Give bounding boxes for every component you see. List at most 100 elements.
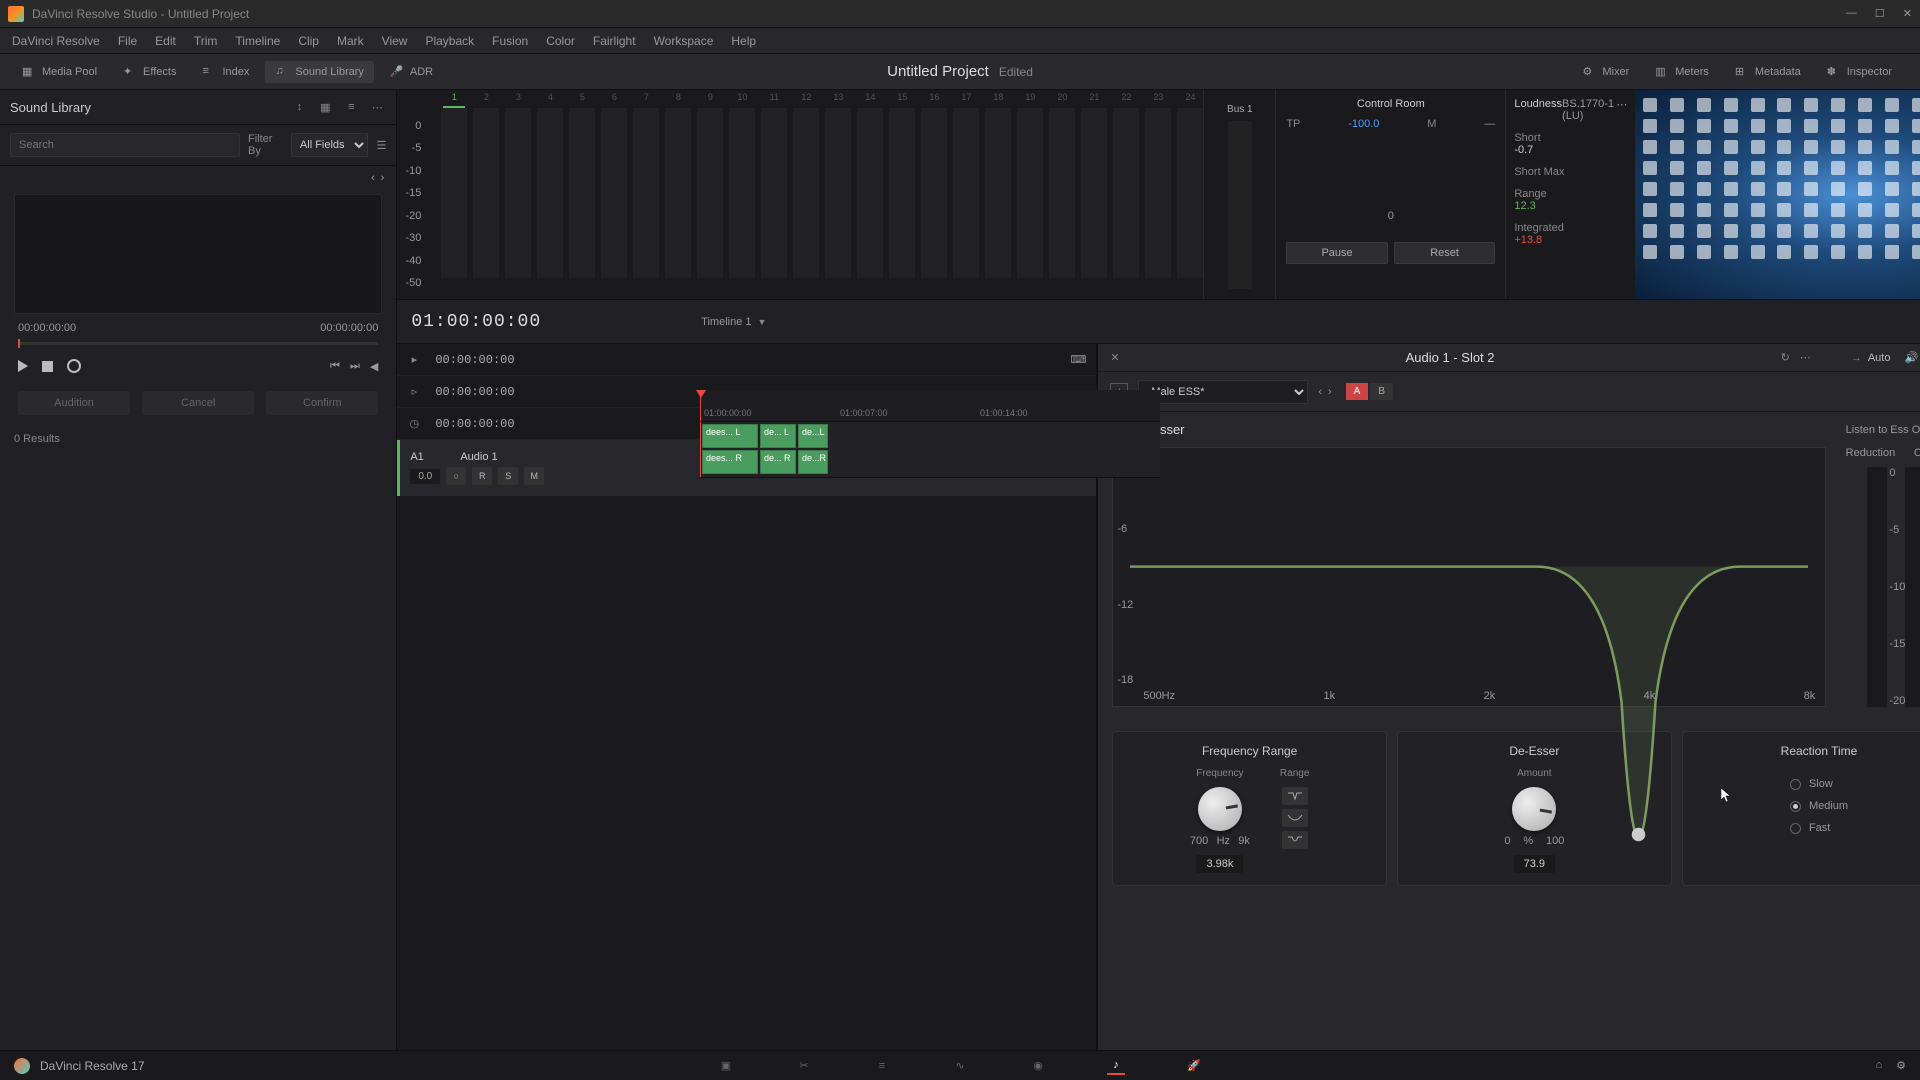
close-icon[interactable]: ✕ xyxy=(1903,7,1912,20)
effects-button[interactable]: ✦Effects xyxy=(113,61,186,83)
preset-select[interactable]: Male ESS* xyxy=(1138,380,1308,404)
reaction-fast[interactable]: Fast xyxy=(1790,822,1830,834)
control-room: Control Room TP-100.0M— 0 Pause Reset xyxy=(1275,90,1505,299)
audio-clip[interactable]: de...L xyxy=(798,424,828,448)
stop-button[interactable] xyxy=(42,361,53,372)
page-color-icon[interactable]: ◉ xyxy=(1029,1057,1047,1075)
home-icon[interactable]: ⌂ xyxy=(1875,1059,1882,1072)
chevron-down-icon: ▼ xyxy=(758,317,767,327)
loop-button[interactable] xyxy=(67,359,81,373)
play-button[interactable] xyxy=(18,360,28,372)
sound-library-button[interactable]: ♫Sound Library xyxy=(265,61,374,83)
plugin-reset-icon[interactable]: ↻ xyxy=(1781,351,1790,364)
reset-button[interactable]: Reset xyxy=(1394,242,1496,264)
adr-button[interactable]: 🎤ADR xyxy=(380,61,443,83)
audition-button[interactable]: Audition xyxy=(18,391,130,415)
menu-file[interactable]: File xyxy=(118,34,137,48)
video-viewer[interactable] xyxy=(1635,90,1920,299)
audio-clip[interactable]: de...R xyxy=(798,450,828,474)
menu-workspace[interactable]: Workspace xyxy=(654,34,714,48)
page-fusion-icon[interactable]: ∿ xyxy=(951,1057,969,1075)
compare-a[interactable]: A xyxy=(1346,383,1369,400)
audio-clip[interactable]: de... L xyxy=(760,424,796,448)
reaction-medium[interactable]: Medium xyxy=(1790,800,1848,812)
next-icon[interactable]: › xyxy=(381,172,385,184)
preset-next-icon[interactable]: › xyxy=(1328,386,1332,398)
menu-playback[interactable]: Playback xyxy=(425,34,474,48)
auto-label[interactable]: Auto xyxy=(1868,352,1891,364)
compare-b[interactable]: B xyxy=(1370,383,1393,400)
close-plugin-icon[interactable]: ✕ xyxy=(1110,351,1119,364)
list-view-icon[interactable]: ≡ xyxy=(342,98,360,116)
prev-icon[interactable]: ‹ xyxy=(371,172,375,184)
mixer-button[interactable]: ⚙Mixer xyxy=(1572,61,1639,83)
media-pool-icon: ▦ xyxy=(22,65,36,79)
bus-meter: Bus 1 xyxy=(1203,90,1275,299)
preview-time-end: 00:00:00:00 xyxy=(320,322,378,334)
amount-knob[interactable] xyxy=(1512,787,1556,831)
cancel-button[interactable]: Cancel xyxy=(142,391,254,415)
reaction-slow[interactable]: Slow xyxy=(1790,778,1833,790)
auto-arrow-icon[interactable]: → xyxy=(1851,352,1862,364)
toolbar: ▦Media Pool ✦Effects ≡Index ♫Sound Libra… xyxy=(0,54,1920,90)
settings-icon[interactable]: ⚙ xyxy=(1896,1059,1906,1072)
index-button[interactable]: ≡Index xyxy=(192,61,259,83)
menu-view[interactable]: View xyxy=(382,34,408,48)
preset-prev-icon[interactable]: ‹ xyxy=(1318,386,1322,398)
timeline-ruler[interactable]: 01:00:00:00 01:00:07:00 01:00:14:00 xyxy=(700,390,1160,422)
app-logo-icon xyxy=(8,6,24,22)
results-count: 0 Results xyxy=(0,423,396,455)
audio-clip[interactable]: de... R xyxy=(760,450,796,474)
media-pool-button[interactable]: ▦Media Pool xyxy=(12,61,107,83)
keyboard-icon[interactable]: ⌨ xyxy=(1070,353,1086,366)
menu-edit[interactable]: Edit xyxy=(155,34,176,48)
menu-fairlight[interactable]: Fairlight xyxy=(593,34,636,48)
filter-select[interactable]: All Fields xyxy=(291,133,369,157)
menu-davinci[interactable]: DaVinci Resolve xyxy=(12,34,100,48)
loudness-more-icon[interactable]: ⋯ xyxy=(1616,98,1627,122)
menu-timeline[interactable]: Timeline xyxy=(235,34,280,48)
inspector-button[interactable]: ✽Inspector xyxy=(1817,61,1902,83)
grid-view-icon[interactable]: ▦ xyxy=(316,98,334,116)
page-edit-icon[interactable]: ≡ xyxy=(873,1057,891,1075)
menu-color[interactable]: Color xyxy=(546,34,575,48)
page-deliver-icon[interactable]: 🚀 xyxy=(1185,1057,1203,1075)
plugin-more-icon[interactable]: ⋯ xyxy=(1800,351,1811,364)
prev-clip-icon[interactable]: ◀ xyxy=(370,360,378,373)
timeline-track-a1[interactable]: dees... Lde... Lde...L dees... Rde... Rde… xyxy=(700,422,1160,478)
page-cut-icon[interactable]: ✂ xyxy=(795,1057,813,1075)
skip-back-icon[interactable]: ⏮ xyxy=(330,360,340,373)
resolve-logo-icon xyxy=(14,1058,30,1074)
metadata-button[interactable]: ⊞Metadata xyxy=(1725,61,1811,83)
frequency-knob[interactable] xyxy=(1198,787,1242,831)
sort-icon[interactable]: ↕ xyxy=(290,98,308,116)
mouse-cursor-icon xyxy=(1721,788,1733,804)
transport-icon[interactable]: ▸ xyxy=(407,353,421,367)
minimize-icon[interactable]: — xyxy=(1846,7,1857,20)
menu-mark[interactable]: Mark xyxy=(337,34,364,48)
clock-icon[interactable]: ◷ xyxy=(407,417,421,431)
maximize-icon[interactable]: ☐ xyxy=(1875,7,1885,20)
filter-settings-icon[interactable]: ☰ xyxy=(376,139,386,152)
menu-clip[interactable]: Clip xyxy=(298,34,319,48)
audio-clip[interactable]: dees... R xyxy=(702,450,758,474)
menu-fusion[interactable]: Fusion xyxy=(492,34,528,48)
menu-help[interactable]: Help xyxy=(731,34,756,48)
menu-trim[interactable]: Trim xyxy=(194,34,218,48)
confirm-button[interactable]: Confirm xyxy=(266,391,378,415)
search-input[interactable] xyxy=(10,133,240,157)
meters-button[interactable]: ▥Meters xyxy=(1645,61,1719,83)
eq-graph[interactable]: 0dB-6-12-18 500Hz1k2k4k8k xyxy=(1112,447,1826,707)
preview-scrubber[interactable] xyxy=(18,342,378,345)
audio-clip[interactable]: dees... L xyxy=(702,424,758,448)
speaker-icon[interactable]: 🔊 xyxy=(1904,351,1918,364)
pause-button[interactable]: Pause xyxy=(1286,242,1388,264)
transport-icon-2[interactable]: ▹ xyxy=(407,385,421,399)
page-fairlight-icon[interactable]: ♪ xyxy=(1107,1057,1125,1075)
page-media-icon[interactable]: ▣ xyxy=(717,1057,735,1075)
preview-time-start: 00:00:00:00 xyxy=(18,322,76,334)
timeline-selector[interactable]: Timeline 1▼ xyxy=(701,316,766,328)
skip-fwd-icon[interactable]: ⏭ xyxy=(350,360,360,373)
playhead[interactable] xyxy=(700,390,701,421)
more-icon[interactable]: ⋯ xyxy=(368,98,386,116)
